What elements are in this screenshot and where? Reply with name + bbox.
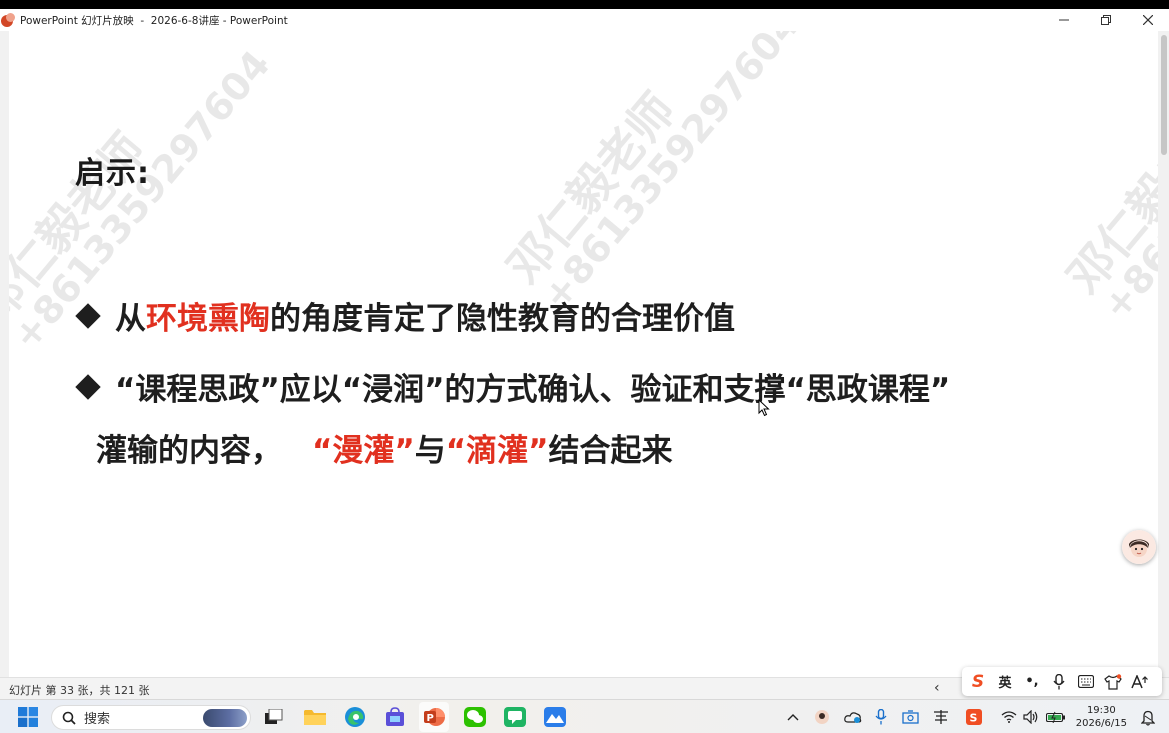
minimize-icon bbox=[1059, 19, 1069, 21]
tray-avatar-icon[interactable] bbox=[815, 708, 829, 726]
photo-app-button[interactable] bbox=[543, 705, 567, 729]
watermark: 邓仁毅老师 +8613359297604 bbox=[497, 31, 809, 318]
vertical-scrollbar[interactable] bbox=[1158, 31, 1169, 677]
slide-canvas[interactable]: 邓仁毅老师 +8613359297604 邓仁毅老师 +861335929760… bbox=[9, 31, 1158, 677]
task-view-button[interactable] bbox=[262, 705, 286, 729]
ime-toolbar: S 英 •, bbox=[962, 667, 1162, 696]
sogou-logo-icon[interactable]: S bbox=[968, 672, 988, 692]
bullet-2-middle: 与 bbox=[414, 433, 446, 469]
close-button[interactable] bbox=[1127, 9, 1169, 31]
wifi-icon[interactable] bbox=[1001, 708, 1017, 726]
tray-app-icon[interactable] bbox=[932, 708, 950, 726]
wechat-icon bbox=[464, 707, 486, 727]
close-icon bbox=[1143, 15, 1153, 25]
bullet-1-highlight: 环境熏陶 bbox=[146, 301, 270, 337]
powerpoint-window: PowerPoint 幻灯片放映 - 2026-6-8讲座 - PowerPoi… bbox=[0, 9, 1169, 699]
show-hidden-icons-button[interactable] bbox=[787, 708, 799, 726]
clock-time: 19:30 bbox=[1086, 705, 1116, 716]
bullet-1: 从环境熏陶的角度肯定了隐性教育的合理价值 bbox=[75, 293, 735, 338]
edge-browser-icon bbox=[345, 707, 365, 727]
assistant-avatar[interactable] bbox=[1122, 530, 1156, 564]
notification-bell-icon[interactable] bbox=[1140, 710, 1156, 730]
bullet-2-suffix: 结合起来 bbox=[548, 433, 673, 469]
powerpoint-icon: P bbox=[424, 708, 445, 726]
taskbar-search[interactable]: 搜索 bbox=[51, 705, 251, 730]
screenshot-tool-icon[interactable] bbox=[902, 708, 920, 726]
skin-shirt-icon[interactable] bbox=[1103, 672, 1123, 692]
microphone-tray-icon[interactable] bbox=[875, 708, 887, 726]
mountain-image-icon bbox=[544, 707, 566, 727]
bullet-1-suffix: 的角度肯定了隐性教育的合理价值 bbox=[270, 301, 735, 337]
clock-date: 2026/6/15 bbox=[1075, 718, 1127, 729]
bullet-2-text: “课程思政”应以“浸润”的方式确认、验证和支撑“思政课程” bbox=[115, 372, 951, 408]
window-title: PowerPoint 幻灯片放映 - 2026-6-8讲座 - PowerPoi… bbox=[20, 14, 288, 27]
bullet-2-highlight-2: “滴灌” bbox=[445, 433, 549, 469]
volume-icon[interactable] bbox=[1023, 708, 1039, 726]
title-bar: PowerPoint 幻灯片放映 - 2026-6-8讲座 - PowerPoi… bbox=[0, 9, 1169, 31]
microphone-icon[interactable] bbox=[1049, 672, 1069, 692]
bullet-2-line-1: “课程思政”应以“浸润”的方式确认、验证和支撑“思政课程” bbox=[75, 364, 950, 409]
minimize-button[interactable] bbox=[1043, 9, 1085, 31]
previous-slide-button[interactable]: ‹ bbox=[934, 680, 940, 696]
mouse-cursor-icon bbox=[758, 398, 770, 421]
taskbar: 搜索 P S 19:30 2026/6/15 bbox=[0, 699, 1169, 733]
powerpoint-app-icon bbox=[1, 13, 15, 27]
restore-button[interactable] bbox=[1085, 9, 1127, 31]
wechat-button[interactable] bbox=[463, 705, 487, 729]
punctuation-toggle[interactable]: •, bbox=[1022, 672, 1042, 692]
start-button[interactable] bbox=[16, 705, 40, 729]
powerpoint-taskbar-button[interactable]: P bbox=[422, 705, 446, 729]
font-size-icon[interactable] bbox=[1130, 672, 1150, 692]
diamond-bullet-icon bbox=[75, 374, 101, 400]
search-label: 搜索 bbox=[84, 712, 111, 727]
bullet-2-line-2-prefix: 灌输的内容， bbox=[96, 433, 282, 469]
windows-logo-icon bbox=[18, 707, 38, 727]
search-icon bbox=[62, 711, 76, 725]
bullet-1-prefix: 从 bbox=[115, 301, 146, 337]
slide-title: 启示: bbox=[75, 156, 150, 191]
svg-text:S: S bbox=[970, 712, 978, 725]
restore-icon bbox=[1101, 15, 1111, 25]
battery-charging-icon[interactable] bbox=[1046, 708, 1066, 726]
search-highlight-image bbox=[203, 709, 247, 727]
window-controls bbox=[1043, 9, 1169, 31]
diamond-bullet-icon bbox=[75, 303, 101, 329]
sogou-tray-icon[interactable]: S bbox=[966, 708, 982, 726]
task-view-icon bbox=[265, 709, 283, 724]
system-clock[interactable]: 19:30 2026/6/15 bbox=[1076, 704, 1127, 730]
messaging-app-button[interactable] bbox=[503, 705, 527, 729]
store-bag-icon bbox=[386, 707, 404, 726]
onedrive-sync-icon[interactable] bbox=[844, 708, 862, 726]
slideshow-area: 邓仁毅老师 +8613359297604 邓仁毅老师 +861335929760… bbox=[0, 31, 1169, 677]
chat-bubble-icon bbox=[504, 707, 526, 727]
store-button[interactable] bbox=[383, 705, 407, 729]
file-explorer-button[interactable] bbox=[303, 705, 327, 729]
chevron-up-icon bbox=[787, 714, 799, 721]
svg-text:P: P bbox=[427, 713, 434, 724]
folder-icon bbox=[304, 710, 326, 725]
watermark: 邓仁毅老师 +8613359297604 bbox=[1057, 31, 1158, 328]
ime-logo: S bbox=[971, 671, 985, 692]
bullet-2-highlight-1: “漫灌” bbox=[312, 433, 415, 469]
edge-button[interactable] bbox=[343, 705, 367, 729]
slide-counter: 幻灯片 第 33 张，共 121 张 bbox=[9, 684, 150, 697]
language-toggle[interactable]: 英 bbox=[995, 672, 1015, 692]
avatar-face-icon bbox=[1122, 530, 1156, 564]
scrollbar-thumb[interactable] bbox=[1161, 35, 1167, 155]
bullet-2-line-2: 灌输的内容， “漫灌”与“滴灌”结合起来 bbox=[96, 425, 673, 470]
keyboard-icon[interactable] bbox=[1076, 672, 1096, 692]
